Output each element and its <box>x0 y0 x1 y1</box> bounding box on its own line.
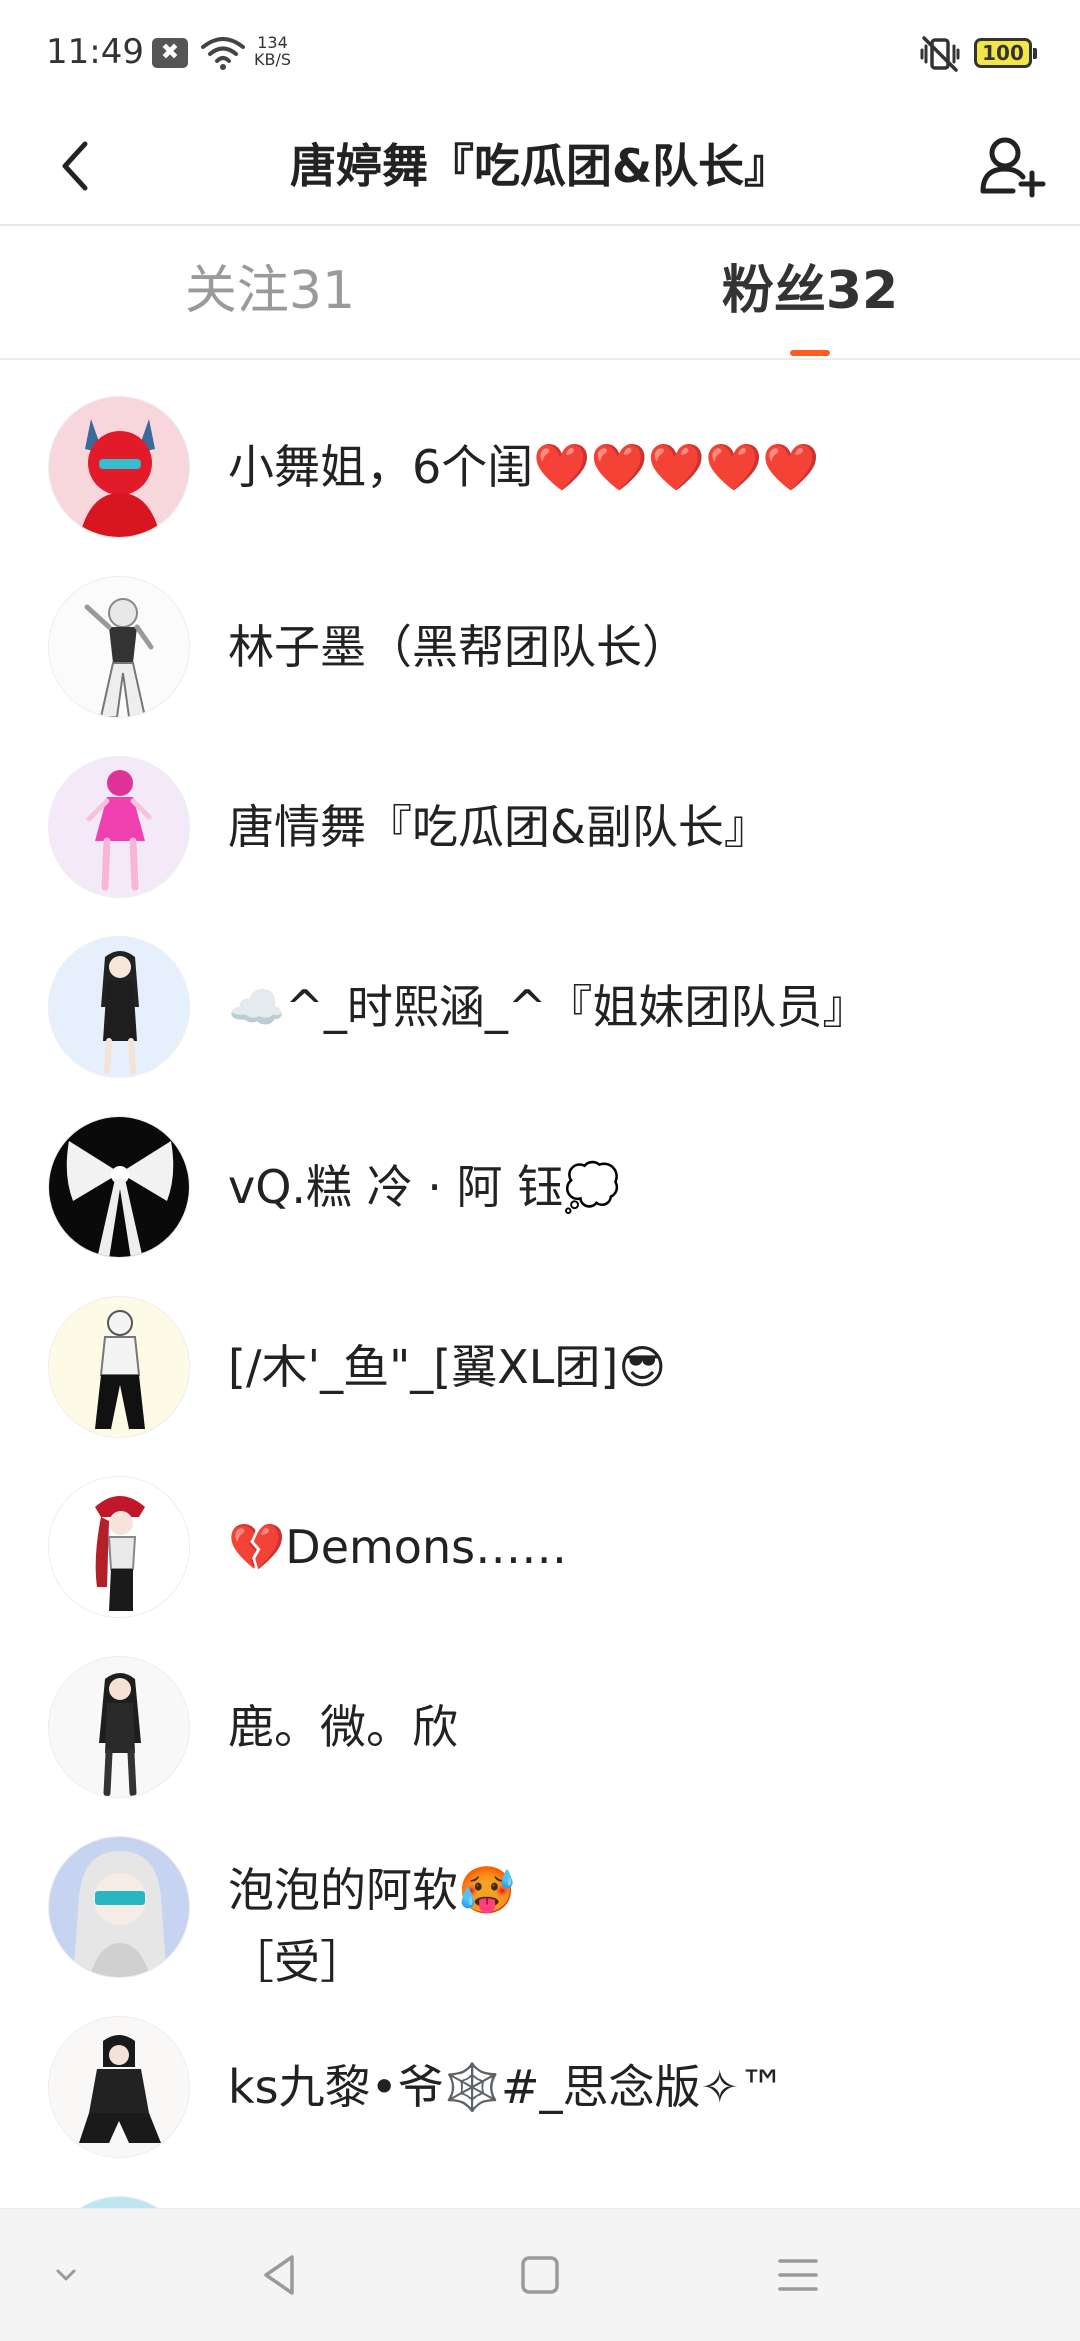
list-item[interactable]: [/木'_鱼"_[翼XL团]😎 <box>0 1260 1080 1440</box>
avatar[interactable] <box>48 2016 190 2158</box>
crouching-character-avatar <box>49 2017 189 2157</box>
back-chevron-icon <box>62 141 88 191</box>
fan-name: 泡泡的阿软🥵 ［受］ <box>228 1863 516 1989</box>
black-dress-character-avatar <box>49 937 189 1077</box>
masked-character-avatar <box>49 1297 189 1437</box>
list-item[interactable]: vQ.糕 冷 · 阿 钰💭 <box>0 1080 1080 1260</box>
nav-home-button[interactable] <box>504 2239 576 2311</box>
nav-menu-button[interactable] <box>762 2239 834 2311</box>
list-item[interactable] <box>0 2160 1080 2208</box>
collapse-icon <box>56 2269 76 2281</box>
avatar[interactable] <box>48 1116 190 1258</box>
avatar[interactable] <box>48 756 190 898</box>
avatar[interactable] <box>48 2196 190 2208</box>
avatar[interactable] <box>48 396 190 538</box>
tabs: 关注31 粉丝32 <box>0 226 1080 360</box>
tab-following-label: 关注31 <box>184 261 356 321</box>
fan-name: vQ.糕 冷 · 阿 钰💭 <box>228 1160 621 1214</box>
list-item[interactable]: 鹿。微。欣 <box>0 1620 1080 1800</box>
avatar[interactable] <box>48 576 190 718</box>
list-item[interactable]: 林子墨（黑帮团队长） <box>0 540 1080 720</box>
top-nav: 唐婷舞『吃瓜团&队长』 <box>0 110 1080 226</box>
fan-name: ks九黎•爷🕸️#_思念版✧™ <box>228 2060 786 2114</box>
nav-back-button[interactable] <box>244 2239 316 2311</box>
add-friend-button[interactable] <box>970 124 1054 208</box>
avatar[interactable] <box>48 1296 190 1438</box>
black-ribbon-avatar <box>49 1117 189 1257</box>
vibrate-icon <box>918 32 962 80</box>
fan-list: 小舞姐，6个闺❤️❤️❤️❤️❤️ 林子墨（黑帮团队长） 唐情舞『吃瓜团&副队长 <box>0 360 1080 2208</box>
pink-character-avatar <box>49 757 189 897</box>
fan-name: 鹿。微。欣 <box>228 1700 458 1754</box>
collapse-button[interactable] <box>30 2239 102 2311</box>
list-item[interactable]: ks九黎•爷🕸️#_思念版✧™ <box>0 1980 1080 2160</box>
network-speed-unit: KB/S <box>254 50 292 69</box>
notification-icon: ✖ <box>152 38 188 68</box>
fan-name: 小舞姐，6个闺❤️❤️❤️❤️❤️ <box>228 440 820 494</box>
dark-hair-character-avatar <box>49 1657 189 1797</box>
wifi-icon <box>200 36 246 74</box>
fan-name: 林子墨（黑帮团队长） <box>228 620 688 674</box>
avatar[interactable] <box>48 936 190 1078</box>
red-character-avatar <box>49 397 189 537</box>
fan-name: ☁️^_时熙涵_^『姐妹团队员』 <box>228 980 869 1034</box>
list-item[interactable]: 💔Demons…… <box>0 1440 1080 1620</box>
battery-icon: 100 <box>974 38 1037 68</box>
avatar[interactable] <box>48 1836 190 1978</box>
active-tab-indicator <box>790 350 830 356</box>
list-item[interactable]: ☁️^_时熙涵_^『姐妹团队员』 <box>0 900 1080 1080</box>
white-outfit-character-avatar <box>49 577 189 717</box>
silver-hair-character-avatar <box>49 1837 189 1977</box>
avatar[interactable] <box>48 1656 190 1798</box>
list-item[interactable]: 泡泡的阿软🥵 ［受］ <box>0 1800 1080 1989</box>
home-square-icon <box>521 2256 559 2294</box>
tab-followers-label: 粉丝32 <box>721 261 899 321</box>
back-triangle-icon <box>264 2255 294 2295</box>
fan-name: 💔Demons…… <box>228 1520 568 1574</box>
status-time: 11:49 <box>46 32 144 72</box>
menu-lines-icon <box>778 2259 818 2291</box>
system-nav-bar <box>0 2208 1080 2341</box>
back-button[interactable] <box>40 128 110 204</box>
page-title: 唐婷舞『吃瓜团&队长』 <box>289 139 791 193</box>
list-item[interactable]: 唐情舞『吃瓜团&副队长』 <box>0 720 1080 900</box>
network-speed: 134 KB/S <box>254 34 291 68</box>
add-user-icon <box>980 137 1046 198</box>
tab-followers[interactable]: 粉丝32 <box>540 226 1080 358</box>
fan-name: 唐情舞『吃瓜团&副队长』 <box>228 800 770 854</box>
status-bar: 11:49 ✖ 134 KB/S 100 <box>0 0 1080 110</box>
avatar[interactable] <box>48 1476 190 1618</box>
list-item[interactable]: 小舞姐，6个闺❤️❤️❤️❤️❤️ <box>0 360 1080 540</box>
fan-name: [/木'_鱼"_[翼XL团]😎 <box>228 1340 667 1394</box>
partial-avatar <box>49 2197 189 2208</box>
tab-following[interactable]: 关注31 <box>0 226 540 358</box>
red-hat-character-avatar <box>49 1477 189 1617</box>
